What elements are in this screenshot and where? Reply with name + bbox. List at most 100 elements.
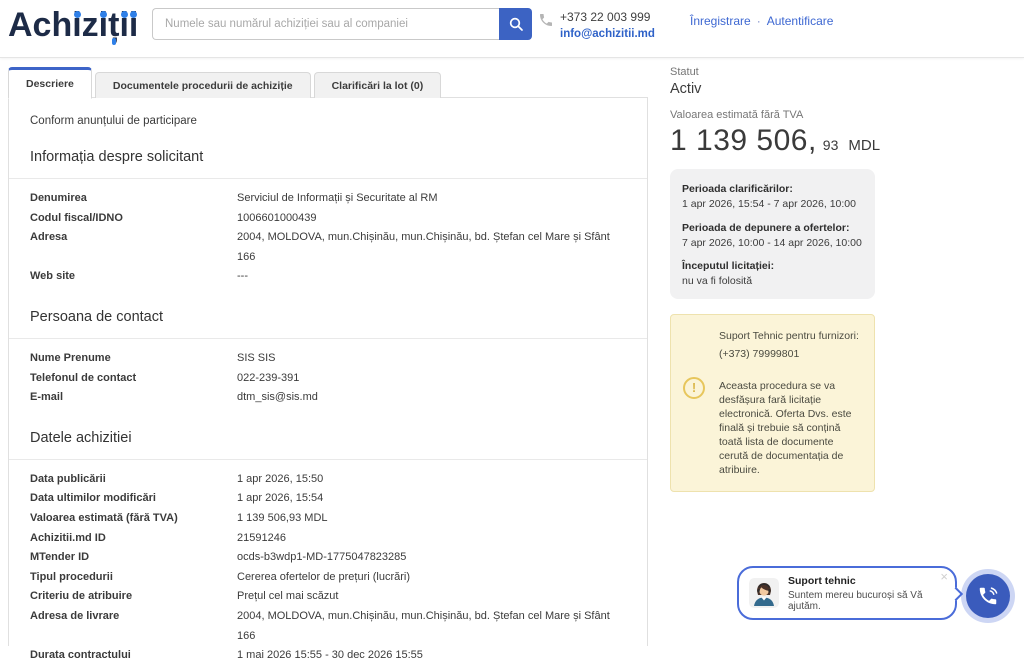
site-logo[interactable]: Achiziții — [8, 5, 138, 49]
field-value: 2004, MOLDOVA, mun.Chișinău, mun.Chișină… — [237, 607, 627, 646]
header-phone-number: +373 22 003 999 — [560, 10, 655, 24]
period-clarifications: Perioada clarificărilor: 1 apr 2026, 15:… — [682, 182, 865, 212]
field-row: Valoarea estimată (fără TVA) 1 139 506,9… — [30, 509, 627, 529]
field-label: E-mail — [30, 388, 237, 408]
status-label: Statut — [670, 66, 1010, 78]
tab-documentele-procedurii[interactable]: Documentele procedurii de achiziție — [95, 72, 311, 98]
field-value: 1 139 506,93 MDL — [237, 509, 627, 529]
field-label: Denumirea — [30, 189, 237, 209]
section-divider — [9, 178, 647, 179]
field-label: Durata contractului — [30, 646, 237, 666]
field-row: Codul fiscal/IDNO 1006601000439 — [30, 209, 627, 229]
header-contact: +373 22 003 999 info@achizitii.md — [538, 10, 655, 40]
period-value: 1 apr 2026, 15:54 - 7 apr 2026, 10:00 — [682, 198, 865, 212]
field-label: Achizitii.md ID — [30, 529, 237, 549]
status-badge: Activ — [670, 81, 1010, 97]
section-divider — [9, 459, 647, 460]
periods-box: Perioada clarificărilor: 1 apr 2026, 15:… — [670, 169, 875, 299]
field-row: Nume Prenume SIS SIS — [30, 349, 627, 369]
field-label: Adresa de livrare — [30, 607, 237, 646]
procedure-note: Aceasta procedura se va desfășura fară l… — [719, 379, 864, 477]
amount-fraction: 93 — [823, 137, 839, 153]
period-label: Începutul licitației: — [682, 259, 865, 273]
amount-currency: MDL — [848, 137, 880, 154]
field-value: 2004, MOLDOVA, mun.Chișinău, mun.Chișină… — [237, 228, 627, 267]
logo-dot-icon — [100, 11, 107, 18]
support-agent-avatar — [749, 578, 779, 608]
field-label: Web site — [30, 267, 237, 287]
field-value: 1 apr 2026, 15:54 — [237, 489, 627, 509]
field-value: 1 mai 2026 15:55 - 30 dec 2026 15:55 — [237, 646, 627, 666]
period-label: Perioada clarificărilor: — [682, 182, 865, 196]
mtender-id-link[interactable]: ocds-b3wdp1-MD-1775047823285 — [237, 548, 627, 568]
section-title-solicitant: Informația despre solicitant — [30, 149, 627, 165]
tab-bar: Descriere Documentele procedurii de achi… — [8, 66, 444, 98]
chat-bubble[interactable]: Suport tehnic Suntem mereu bucuroși să V… — [737, 566, 957, 620]
field-row: Adresa de livrare 2004, MOLDOVA, mun.Chi… — [30, 607, 627, 646]
register-link[interactable]: Înregistrare — [690, 14, 751, 28]
support-notice-box: ! Suport Tehnic pentru furnizori: (+373)… — [670, 314, 875, 492]
field-row: Durata contractului 1 mai 2026 15:55 - 3… — [30, 646, 627, 666]
close-icon[interactable]: × — [940, 570, 948, 583]
field-label: Telefonul de contact — [30, 369, 237, 389]
search-input[interactable] — [152, 8, 499, 40]
idno-link[interactable]: 1006601000439 — [237, 209, 627, 229]
support-phone-number: (+373) 79999801 — [719, 347, 864, 362]
support-phone-label: Suport Tehnic pentru furnizori: — [719, 329, 864, 344]
field-row: MTender ID ocds-b3wdp1-MD-1775047823285 — [30, 548, 627, 568]
field-row: Telefonul de contact 022-239-391 — [30, 369, 627, 389]
field-label: Nume Prenume — [30, 349, 237, 369]
search-box — [152, 8, 532, 40]
auth-separator: · — [757, 14, 761, 28]
tab-descriere[interactable]: Descriere — [8, 67, 92, 99]
amount-main: 1 139 506, — [670, 124, 817, 158]
sidebar: Statut Activ Valoarea estimată fără TVA … — [670, 66, 1010, 492]
field-label: Data publicării — [30, 470, 237, 490]
period-value: nu va fi folosită — [682, 275, 865, 289]
period-submission: Perioada de depunere a ofertelor: 7 apr … — [682, 221, 865, 251]
field-row: Data publicării 1 apr 2026, 15:50 — [30, 470, 627, 490]
login-link[interactable]: Autentificare — [767, 14, 834, 28]
header: Achiziții +373 22 003 999 info@achizitii… — [0, 0, 1024, 58]
support-call-button[interactable] — [961, 569, 1015, 623]
field-row: Web site --- — [30, 267, 627, 287]
logo-dot-icon — [121, 11, 128, 18]
section-title-contact: Persoana de contact — [30, 309, 627, 325]
field-value: Cererea ofertelor de prețuri (lucrări) — [237, 568, 627, 588]
header-email-link[interactable]: info@achizitii.md — [560, 28, 655, 40]
period-value: 7 apr 2026, 10:00 - 14 apr 2026, 10:00 — [682, 237, 865, 251]
auth-links: Înregistrare · Autentificare — [690, 14, 833, 28]
field-label: MTender ID — [30, 548, 237, 568]
warning-icon: ! — [683, 377, 705, 399]
field-value: --- — [237, 267, 627, 287]
field-value: SIS SIS — [237, 349, 627, 369]
logo-comma-accent — [112, 38, 116, 45]
tab-clarificari-la-lot[interactable]: Clarificări la lot (0) — [314, 72, 442, 98]
field-label: Criteriu de atribuire — [30, 587, 237, 607]
phone-icon — [538, 12, 554, 28]
field-row: Denumirea Serviciul de Informații și Sec… — [30, 189, 627, 209]
field-row: Achizitii.md ID 21591246 — [30, 529, 627, 549]
email-link[interactable]: dtm_sis@sis.md — [237, 388, 627, 408]
chat-title: Suport tehnic — [788, 575, 947, 587]
field-label: Codul fiscal/IDNO — [30, 209, 237, 229]
logo-dot-icon — [74, 11, 81, 18]
field-label: Data ultimilor modificări — [30, 489, 237, 509]
description-panel: Conform anunțului de participare Informa… — [8, 97, 648, 646]
section-title-datele: Datele achizitiei — [30, 430, 627, 446]
field-row: Data ultimilor modificări 1 apr 2026, 15… — [30, 489, 627, 509]
estimated-value: 1 139 506, 93 MDL — [670, 124, 1010, 158]
period-auction-start: Începutul licitației: nu va fi folosită — [682, 259, 865, 289]
field-row: Criteriu de atribuire Prețul cel mai scă… — [30, 587, 627, 607]
phone-call-icon — [977, 585, 999, 607]
field-row: Tipul procedurii Cererea ofertelor de pr… — [30, 568, 627, 588]
field-value: 022-239-391 — [237, 369, 627, 389]
buyer-name-link[interactable]: Serviciul de Informații și Securitate al… — [237, 189, 627, 209]
intro-text: Conform anunțului de participare — [30, 115, 627, 127]
search-button[interactable] — [499, 8, 532, 40]
field-row: E-mail dtm_sis@sis.md — [30, 388, 627, 408]
field-value: 1 apr 2026, 15:50 — [237, 470, 627, 490]
period-label: Perioada de depunere a ofertelor: — [682, 221, 865, 235]
site-logo-text: Achiziții — [8, 6, 138, 44]
field-value: Prețul cel mai scăzut — [237, 587, 627, 607]
